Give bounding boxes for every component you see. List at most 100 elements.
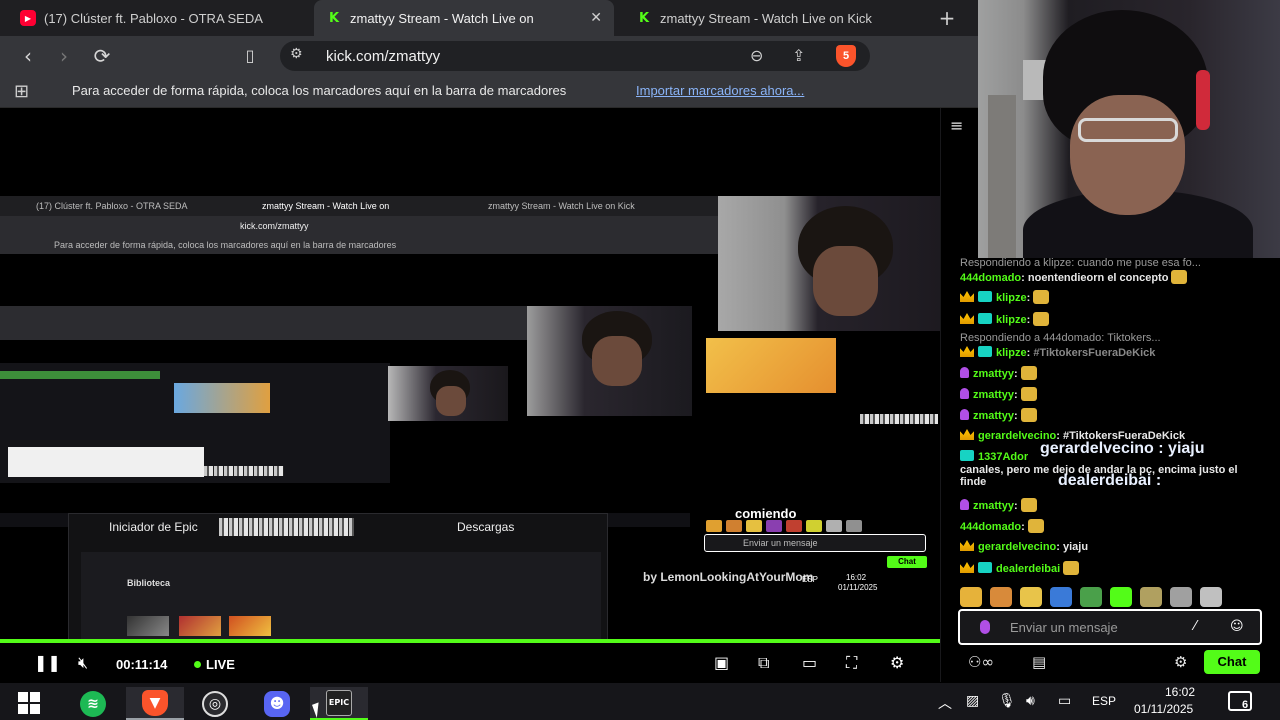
emote-icon[interactable] [1200,587,1222,607]
emote-icon[interactable] [1050,587,1072,607]
clock-time[interactable]: 16:02 [1150,685,1210,699]
notifications-icon[interactable] [1228,691,1252,711]
obs-icon[interactable]: ◎ [186,687,244,720]
nested-lang: ESP [802,575,819,584]
chat-overlay-highlight: dealerdeibai : [1058,472,1162,489]
spotify-icon[interactable]: ≋ [64,687,122,720]
site-settings-icon[interactable]: ⚙ [290,46,303,62]
emote-icon [1033,290,1050,304]
chat-message: klipze: [960,312,1050,326]
close-tab-icon[interactable]: ✕ [590,10,602,26]
users-icon[interactable]: ⚇∞ [968,653,994,671]
chat-username[interactable]: zmattyy [973,389,1014,401]
pip-icon[interactable]: ▣ [714,653,729,672]
emote-icon [1033,312,1050,326]
emote-icon [1020,366,1037,380]
chat-message: 444domado: [960,519,1044,533]
emote-icon[interactable] [1020,587,1042,607]
chat-username[interactable]: 1337Ador [978,451,1028,463]
bookmark-icon[interactable]: ▯ [238,44,262,68]
chat-username[interactable]: zmattyy [973,368,1014,380]
brave-shield-icon[interactable]: 5 [836,45,856,67]
crown-badge-icon [960,291,974,302]
clock-date[interactable]: 01/11/2025 [1134,702,1193,716]
youtube-icon: ▶ [20,10,36,26]
fullscreen-icon[interactable]: ⛶ [846,653,857,673]
glitch-artifact [204,466,284,476]
nested-epic-launcher: Iniciador de Epic Descargas Biblioteca [68,513,608,641]
emote-icon [1171,270,1188,284]
chat-username[interactable]: zmattyy [973,410,1014,422]
emote-icon[interactable] [990,587,1012,607]
emote-icon[interactable] [1170,587,1192,607]
tray-app-icon[interactable]: ▨ [966,693,979,709]
brave-icon[interactable]: ▼ [126,687,184,720]
discord-icon[interactable]: ☻ [248,687,306,720]
network-icon[interactable]: ▭ [1058,693,1071,709]
glitch-artifact [219,518,354,536]
chat-username[interactable]: klipze [996,314,1027,326]
chat-username[interactable]: gerardelvecino [978,541,1056,553]
stream-player[interactable]: (17) Clúster ft. Pabloxo - OTRA SEDA zma… [0,108,940,682]
input-language[interactable]: ESP [1092,694,1116,708]
new-tab-button[interactable]: + [936,7,958,29]
apps-grid-icon[interactable]: ⊞ [14,81,29,102]
glitch-artifact [860,414,938,424]
crown-badge-icon [960,313,974,324]
chat-send-button[interactable]: Chat [1204,650,1260,674]
volume-icon[interactable]: 🔊︎ [1026,693,1035,709]
reload-icon[interactable]: ⟳ [90,44,114,68]
chat-settings-icon[interactable]: ⚙ [1174,653,1187,671]
sub-badge-icon [978,291,992,302]
nested-webcam-2 [527,306,692,416]
chat-username[interactable]: 444domado [960,272,1021,284]
chat-message: 1337Ador [960,450,1028,463]
crown-badge-icon [960,346,974,357]
chat-message: klipze: [960,290,1050,304]
clip-icon[interactable]: ⧉ [758,653,769,673]
share-icon[interactable]: ⇪ [792,46,805,65]
tab-label: (17) Clúster ft. Pabloxo - OTRA SEDA [44,10,263,26]
zoom-icon[interactable]: ⊖ [750,46,763,65]
tab-kick-active[interactable]: K zmattyy Stream - Watch Live on ✕ [314,0,614,36]
mute-icon[interactable]: 🔇︎ [78,653,88,673]
chat-username[interactable]: klipze [996,347,1027,359]
theatre-mode-icon[interactable]: ▭ [802,653,817,672]
emote-icon[interactable] [1080,587,1102,607]
pikachu-image [706,338,836,393]
import-bookmarks-link[interactable]: Importar marcadores ahora... [636,83,804,98]
nested-url: kick.com/zmattyy [240,221,309,231]
emote-icon[interactable] [1140,587,1162,607]
broadcaster-badge-icon [980,620,990,634]
broadcaster-badge-icon [960,499,969,510]
chat-input[interactable]: Enviar un mensaje ⁄ ☺ [958,609,1262,645]
epic-downloads: Descargas [457,520,515,534]
emote-icon[interactable] [1110,587,1132,607]
tab-kick[interactable]: K zmattyy Stream - Watch Live on Kick [624,0,924,36]
back-icon[interactable]: ‹ [16,44,40,68]
chat-username[interactable]: klipze [996,292,1027,304]
chat-reply-line: Respondiendo a 444domado: Tiktokers... [960,332,1161,344]
live-label: LIVE [206,657,235,672]
chat-username[interactable]: dealerdeibai [996,563,1060,575]
notification-count: 6 [1242,699,1249,711]
broadcaster-badge-icon [960,367,969,378]
tab-label: zmattyy Stream - Watch Live on [350,10,534,26]
address-bar[interactable]: ⚙ kick.com/zmattyy ⊖ ⇪ 5 [280,41,870,71]
url-text: kick.com/zmattyy [326,48,441,65]
crown-badge-icon [960,540,974,551]
chat-collapse-icon[interactable]: ≡ [950,116,963,135]
emote-icon[interactable] [960,587,982,607]
settings-gear-icon[interactable]: ⚙ [890,653,904,672]
tab-youtube[interactable]: ▶ (17) Clúster ft. Pabloxo - OTRA SEDA [8,0,308,36]
microphone-icon[interactable]: 🎙︎ [998,693,1016,709]
gift-icon[interactable]: ▤ [1032,653,1046,671]
windows-start-icon[interactable] [18,692,40,714]
pause-icon[interactable]: ❚❚ [34,653,61,672]
emoji-icon[interactable]: ☺ [1230,619,1244,634]
command-icon[interactable]: ⁄ [1194,619,1196,634]
chat-username[interactable]: 444domado [960,521,1021,533]
chat-username[interactable]: zmattyy [973,500,1014,512]
chevron-up-icon[interactable]: ︿ [938,693,952,713]
forward-icon[interactable]: › [52,44,76,68]
